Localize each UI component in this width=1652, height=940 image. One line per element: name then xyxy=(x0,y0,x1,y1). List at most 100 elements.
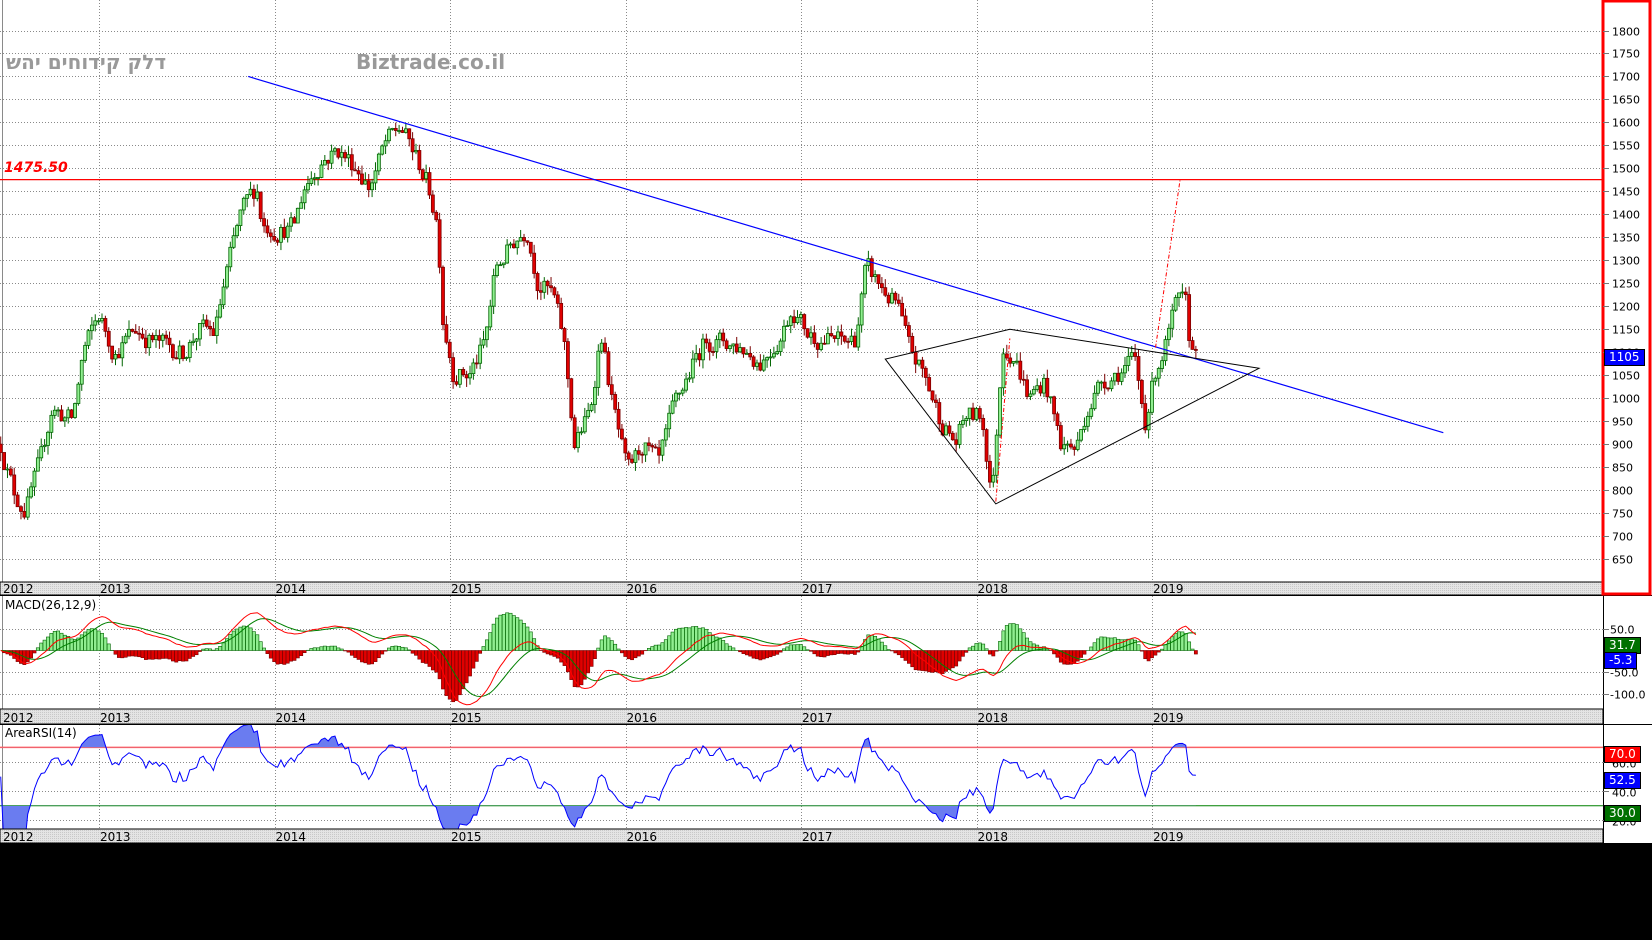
macd-histogram-bar xyxy=(316,647,320,651)
candle-up xyxy=(488,305,493,328)
macd-histogram-bar xyxy=(660,642,665,651)
macd-histogram-bar xyxy=(998,641,1002,651)
macd-histogram-bar xyxy=(32,650,37,654)
year-label: 2017 xyxy=(802,582,833,596)
macd-histogram-bar xyxy=(1129,638,1134,651)
candle-down xyxy=(792,316,797,324)
macd-histogram-bar xyxy=(488,632,493,651)
macd-histogram-bar xyxy=(113,650,118,655)
candle-down xyxy=(164,334,169,339)
candle-down xyxy=(977,408,982,419)
candle-down xyxy=(883,287,888,296)
candle-up xyxy=(201,319,206,324)
macd-histogram-bar xyxy=(201,648,206,651)
candle-down xyxy=(1193,349,1198,351)
candle-down xyxy=(525,240,530,243)
price-tick-label: 850 xyxy=(1612,462,1633,475)
candle-down xyxy=(1187,294,1192,341)
macd-histogram-bar xyxy=(620,650,624,654)
candle-up xyxy=(5,468,10,471)
candle-down xyxy=(265,225,270,234)
macd-histogram-bar xyxy=(420,650,425,663)
candle-down xyxy=(653,446,658,449)
candle-down xyxy=(19,506,23,512)
macd-histogram-bar xyxy=(397,646,402,651)
candle-up xyxy=(1160,360,1165,369)
macd-histogram-bar xyxy=(279,650,283,664)
macd-histogram-bar xyxy=(852,650,857,655)
macd-histogram-bar xyxy=(252,631,256,651)
macd-histogram-bar xyxy=(1004,625,1009,651)
candle-down xyxy=(268,232,273,237)
macd-histogram-bar xyxy=(333,645,337,651)
macd-histogram-bar xyxy=(930,650,935,673)
candle-up xyxy=(279,227,283,243)
macd-histogram-bar xyxy=(677,627,682,651)
candle-down xyxy=(258,191,263,220)
macd-histogram-bar xyxy=(329,645,334,651)
candle-down xyxy=(1018,360,1023,380)
macd-histogram-bar xyxy=(832,650,837,655)
candle-down xyxy=(410,138,415,153)
candle-down xyxy=(852,335,857,348)
macd-histogram-bar xyxy=(640,650,645,655)
year-label: 2017 xyxy=(802,711,833,725)
macd-histogram-bar xyxy=(917,650,921,671)
price-tick-label: 1150 xyxy=(1612,324,1640,337)
macd-histogram-bar xyxy=(684,627,688,651)
macd-histogram-bar xyxy=(505,612,510,651)
candle-down xyxy=(393,127,398,131)
candle-up xyxy=(187,342,192,358)
macd-histogram-bar xyxy=(819,650,824,658)
macd-histogram-bar xyxy=(346,650,351,653)
candle-up xyxy=(1173,297,1178,311)
macd-histogram-bar xyxy=(393,645,398,651)
macd-histogram-bar xyxy=(623,650,628,657)
macd-histogram-bar xyxy=(657,644,661,651)
candle-down xyxy=(876,274,881,284)
candle-up xyxy=(96,320,101,323)
candle-down xyxy=(1133,352,1138,357)
candle-down xyxy=(758,362,763,371)
macd-histogram-bar xyxy=(805,649,810,651)
candle-up xyxy=(684,378,688,391)
macd-histogram-bar xyxy=(1082,650,1087,655)
macd-histogram-bar xyxy=(221,642,226,651)
candle-up xyxy=(775,351,780,355)
candle-up xyxy=(339,152,344,158)
candle-up xyxy=(1126,355,1131,366)
candle-down xyxy=(8,468,13,476)
candle-up xyxy=(755,362,759,367)
macd-histogram-bar xyxy=(1177,631,1181,651)
macd-histogram-bar xyxy=(39,642,44,651)
macd-histogram-bar xyxy=(194,650,199,656)
macd-histogram-bar xyxy=(616,648,621,651)
year-label: 2013 xyxy=(100,830,131,844)
macd-histogram-bar xyxy=(1075,650,1080,662)
candle-down xyxy=(545,280,550,287)
macd-histogram-bar xyxy=(123,650,128,658)
candle-down xyxy=(140,333,145,339)
macd-histogram-bar xyxy=(468,650,472,677)
macd-histogram-bar xyxy=(711,635,715,651)
macd-histogram-bar xyxy=(383,650,388,652)
rsi-title: AreaRSI(14) xyxy=(5,726,77,740)
candle-up xyxy=(295,207,300,224)
candle-down xyxy=(636,450,641,455)
year-label: 2015 xyxy=(451,711,482,725)
macd-histogram-bar xyxy=(285,650,290,664)
macd-histogram-bar xyxy=(751,650,756,659)
price-tick-label: 1350 xyxy=(1612,232,1640,245)
candle-down xyxy=(555,294,560,304)
candle-down xyxy=(2,452,6,471)
macd-histogram-bar xyxy=(403,647,408,651)
macd-histogram-bar xyxy=(900,650,905,658)
candle-down xyxy=(400,130,405,133)
macd-histogram-bar xyxy=(879,641,884,651)
macd-histogram-bar xyxy=(187,650,192,659)
price-tick-label: 1450 xyxy=(1612,186,1640,199)
macd-histogram-bar xyxy=(275,650,280,665)
macd-histogram-bar xyxy=(444,650,449,696)
candle-down xyxy=(748,353,753,358)
macd-histogram-bar xyxy=(1109,637,1114,651)
